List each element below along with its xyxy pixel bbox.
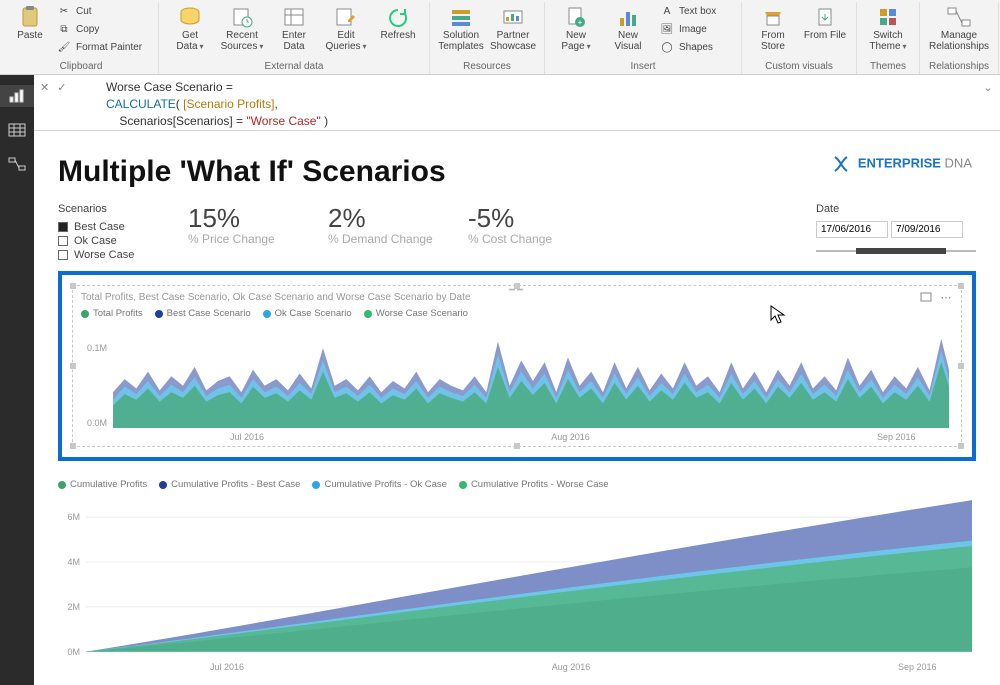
clipboard-label: Clipboard [60,61,103,74]
from-store-icon [759,4,787,30]
enter-data-button[interactable]: Enter Data [269,2,319,54]
ribbon-group-insert: +New Page New Visual AText box 🖼Image ◯S… [545,2,742,74]
shapes-icon: ◯ [659,40,675,54]
ribbon-group-themes: Switch Theme Themes [857,2,920,74]
ribbon-group-clipboard: Paste ✂Cut ⧉Copy 🖌Format Painter Clipboa… [4,2,159,74]
resources-label: Resources [463,61,511,74]
date-from-input[interactable] [816,221,888,238]
brand-logo: ENTERPRISE DNA [832,155,972,173]
report-canvas[interactable]: Multiple 'What If' Scenarios ENTERPRISE … [34,131,1000,685]
solution-templates-button[interactable]: Solution Templates [436,2,486,54]
date-to-input[interactable] [891,221,963,238]
visual-title: Total Profits, Best Case Scenario, Ok Ca… [81,292,913,303]
ribbon-group-relationships: Manage Relationships Relationships [920,2,999,74]
partner-showcase-icon [499,4,527,30]
partner-showcase-button[interactable]: Partner Showcase [488,2,538,54]
edit-queries-button[interactable]: Edit Queries [321,2,371,54]
copy-icon: ⧉ [56,22,72,36]
chart2-plot: 6M 4M 2M 0M Jul 2016 Aug 2016 Sep 2016 [58,498,976,658]
ribbon-group-resources: Solution Templates Partner Showcase Reso… [430,2,545,74]
refresh-icon [384,4,412,30]
scenario-slicer[interactable]: Scenarios Best Case Ok Case Worse Case [58,203,188,263]
scenario-item-worse[interactable]: Worse Case [58,249,188,261]
chart1-plot: 0.1M 0.0M Jul 2016 Aug 2016 Sep 2016 [81,334,953,428]
themes-label: Themes [870,61,906,74]
date-slicer[interactable]: Date [816,203,976,258]
relationships-label: Relationships [929,61,989,74]
enter-data-icon [280,4,308,30]
formula-bar: ✕ ✓ Worse Case Scenario = CALCULATE( [Sc… [34,75,1000,131]
checkbox-icon [58,222,68,232]
image-icon: 🖼 [659,22,675,36]
from-file-button[interactable]: From File [800,2,850,43]
formula-commit-button[interactable]: ✓ [57,81,66,94]
chart2-legend: Cumulative Profits Cumulative Profits - … [58,475,976,494]
formula-expand-button[interactable]: ⌄ [976,75,1000,130]
new-page-button[interactable]: +New Page [551,2,601,54]
recent-sources-icon [228,4,256,30]
manage-relationships-button[interactable]: Manage Relationships [926,2,992,54]
model-view-button[interactable] [4,153,30,175]
report-view-button[interactable] [0,85,34,107]
more-options-icon[interactable]: ⋯ [939,290,953,304]
get-data-icon [176,4,204,30]
new-visual-icon [614,4,642,30]
refresh-button[interactable]: Refresh [373,2,423,43]
drag-grip-icon[interactable]: ━━ [509,285,525,296]
image-button[interactable]: 🖼Image [655,20,735,38]
solution-templates-icon [447,4,475,30]
dna-icon [832,155,850,173]
paste-button[interactable]: Paste [10,2,50,43]
focus-mode-icon[interactable] [919,290,933,304]
paste-icon [16,4,44,30]
checkbox-icon [58,250,68,260]
external-data-label: External data [265,61,324,74]
text-box-button[interactable]: AText box [655,2,735,20]
copy-button[interactable]: ⧉Copy [52,20,152,38]
kpi-cost-change: -5% % Cost Change [468,203,608,246]
relationships-icon [945,4,973,30]
recent-sources-button[interactable]: Recent Sources [217,2,267,54]
text-box-icon: A [659,4,675,18]
from-file-icon [811,4,839,30]
formula-cancel-button[interactable]: ✕ [40,81,49,94]
format-painter-button[interactable]: 🖌Format Painter [52,38,152,56]
view-rail [0,75,34,685]
profits-by-date-visual[interactable]: ━━ Total Profits, Best Case Scenario, Ok… [58,271,976,461]
kpi-demand-change: 2% % Demand Change [328,203,468,246]
new-page-icon: + [562,4,590,30]
cumulative-profits-visual[interactable]: Cumulative Profits Cumulative Profits - … [58,475,976,658]
cut-button[interactable]: ✂Cut [52,2,152,20]
scenario-item-best[interactable]: Best Case [58,221,188,233]
formula-input[interactable]: Worse Case Scenario = CALCULATE( [Scenar… [98,75,976,130]
scenario-slicer-title: Scenarios [58,203,188,215]
switch-theme-icon [874,4,902,30]
svg-text:+: + [578,18,583,27]
switch-theme-button[interactable]: Switch Theme [863,2,913,54]
shapes-button[interactable]: ◯Shapes [655,38,735,56]
date-slicer-title: Date [816,203,976,215]
insert-label: Insert [630,61,655,74]
brush-icon: 🖌 [56,40,72,54]
checkbox-icon [58,236,68,246]
edit-queries-icon [332,4,360,30]
scenario-item-ok[interactable]: Ok Case [58,235,188,247]
ribbon-group-external-data: Get Data Recent Sources Enter Data Edit … [159,2,430,74]
data-view-button[interactable] [4,119,30,141]
ribbon-group-custom-visuals: From Store From File Custom visuals [742,2,857,74]
new-visual-button[interactable]: New Visual [603,2,653,54]
kpi-price-change: 15% % Price Change [188,203,328,246]
ribbon: Paste ✂Cut ⧉Copy 🖌Format Painter Clipboa… [0,0,1000,75]
custom-visuals-label: Custom visuals [765,61,833,74]
cut-icon: ✂ [56,4,72,18]
from-store-button[interactable]: From Store [748,2,798,54]
get-data-button[interactable]: Get Data [165,2,215,54]
chart1-legend: Total Profits Best Case Scenario Ok Case… [73,304,961,323]
date-range-slider[interactable] [816,244,976,258]
